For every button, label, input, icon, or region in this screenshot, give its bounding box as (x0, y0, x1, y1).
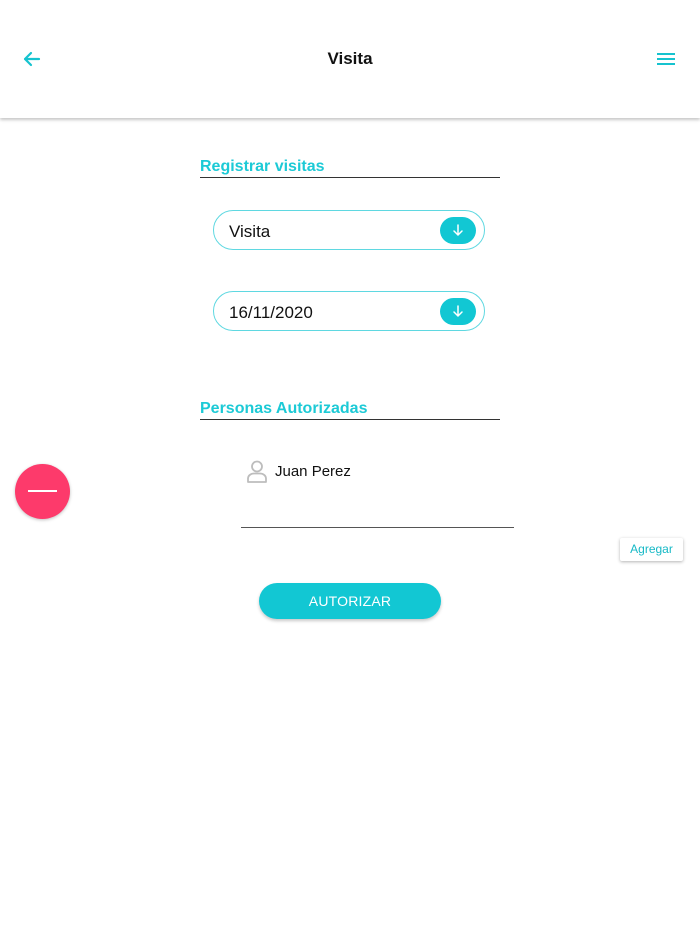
register-section-title: Registrar visitas (200, 158, 500, 178)
visit-type-select[interactable]: Visita (213, 210, 485, 250)
authorize-button[interactable]: AUTORIZAR (259, 583, 441, 619)
hamburger-menu-icon (657, 53, 675, 65)
add-person-button[interactable]: Agregar (620, 538, 683, 561)
visit-type-value: Visita (229, 222, 271, 241)
page-title: Visita (327, 49, 373, 68)
person-input-underline (241, 527, 514, 528)
app-bar: Visita (0, 0, 700, 118)
menu-button[interactable] (654, 47, 678, 71)
arrow-down-icon (453, 224, 463, 236)
minus-icon (28, 490, 57, 492)
person-icon (247, 460, 267, 483)
date-select[interactable]: 16/11/2020 (213, 291, 485, 331)
remove-person-button[interactable] (15, 464, 70, 519)
authorized-section-title: Personas Autorizadas (200, 400, 500, 420)
date-dropdown-button[interactable] (440, 298, 476, 325)
person-name: Juan Perez (275, 463, 351, 480)
arrow-down-icon (453, 305, 463, 317)
visit-type-dropdown-button[interactable] (440, 217, 476, 244)
date-value: 16/11/2020 (229, 303, 313, 322)
